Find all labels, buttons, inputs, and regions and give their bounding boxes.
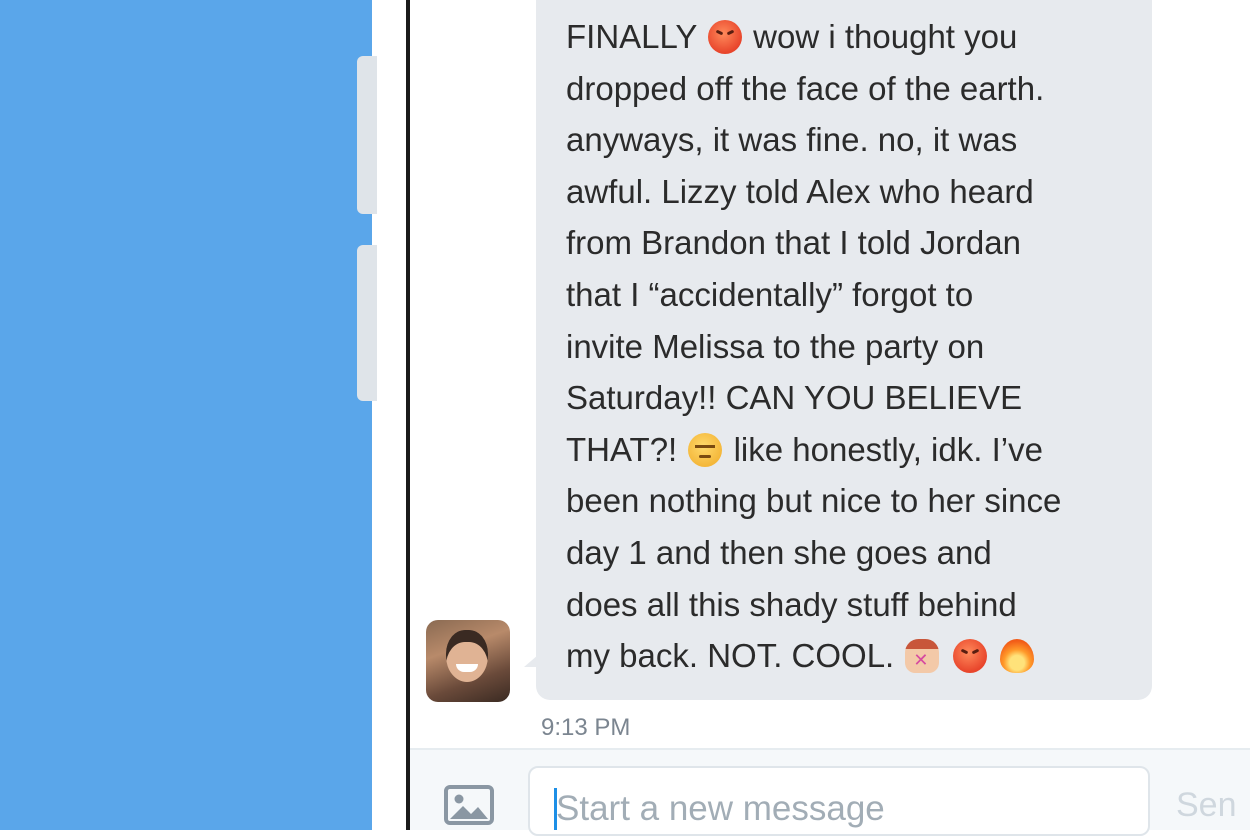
message-text-segment: THAT?! bbox=[566, 430, 687, 468]
message-line: that I “accidentally” forgot to bbox=[566, 269, 1152, 321]
message-line: day 1 and then she goes and bbox=[566, 527, 1152, 579]
message-timestamp: 9:13 PM bbox=[541, 714, 631, 741]
message-text-segment: wow i thought you bbox=[744, 18, 1018, 55]
left-blue-panel bbox=[0, 0, 372, 830]
message-input-placeholder: Start a new message bbox=[556, 789, 885, 828]
message-text-segment: does all this shady stuff behind bbox=[566, 585, 1017, 623]
message-text: FINALLY wow i thought you dropped off the… bbox=[566, 11, 1152, 682]
message-line: from Brandon that I told Jordan bbox=[566, 217, 1152, 269]
message-line: FINALLY wow i thought you bbox=[566, 11, 1152, 63]
conversation-view: FINALLY wow i thought you dropped off the… bbox=[410, 0, 1250, 836]
unamused-face-emoji bbox=[688, 432, 723, 467]
message-bubble-tail bbox=[524, 655, 538, 667]
panel-gutter bbox=[372, 0, 408, 830]
message-line: been nothing but nice to her since bbox=[566, 475, 1152, 527]
message-input[interactable]: Start a new message bbox=[528, 766, 1150, 836]
angry-face-emoji bbox=[708, 20, 743, 54]
message-text-segment: my back. NOT. COOL. bbox=[566, 637, 904, 675]
message-bubble: FINALLY wow i thought you dropped off the… bbox=[536, 0, 1152, 700]
angry-face-emoji bbox=[952, 639, 987, 674]
no-gesture-emoji bbox=[905, 639, 940, 674]
message-line: does all this shady stuff behind bbox=[566, 579, 1152, 631]
message-text-segment bbox=[989, 637, 998, 674]
image-icon[interactable] bbox=[444, 784, 494, 826]
message-line: anyways, it was fine. no, it was bbox=[566, 114, 1152, 166]
message-text-segment: dropped off the face of the earth. bbox=[566, 69, 1045, 107]
message-line: invite Melissa to the party on bbox=[566, 321, 1152, 373]
send-button[interactable]: Sen bbox=[1176, 786, 1237, 825]
fire-emoji bbox=[999, 639, 1034, 674]
message-text-segment: like honestly, idk. I’ve bbox=[724, 430, 1043, 468]
message-composer: Start a new message Sen bbox=[410, 750, 1250, 836]
message-text-segment: that I “accidentally” forgot to bbox=[566, 275, 974, 313]
message-line: Saturday!! CAN YOU BELIEVE bbox=[566, 372, 1152, 424]
message-line: THAT?! like honestly, idk. I’ve bbox=[566, 424, 1152, 476]
panel-tab-handle[interactable] bbox=[357, 56, 377, 214]
message-text-segment bbox=[941, 637, 950, 674]
message-text-segment: from Brandon that I told Jordan bbox=[566, 224, 1021, 262]
message-line: awful. Lizzy told Alex who heard bbox=[566, 166, 1152, 218]
avatar[interactable] bbox=[426, 620, 510, 702]
message-text-segment: anyways, it was fine. no, it was bbox=[566, 121, 1018, 159]
message-text-segment: FINALLY bbox=[566, 18, 707, 55]
message-text-segment: invite Melissa to the party on bbox=[566, 327, 985, 365]
message-text-segment: been nothing but nice to her since bbox=[566, 482, 1062, 520]
message-text-segment: awful. Lizzy told Alex who heard bbox=[566, 172, 1034, 210]
message-text-segment: Saturday!! CAN YOU BELIEVE bbox=[566, 379, 1023, 417]
panel-tab-handle[interactable] bbox=[357, 245, 377, 401]
message-line: my back. NOT. COOL. bbox=[566, 630, 1152, 682]
message-text-segment: day 1 and then she goes and bbox=[566, 533, 992, 571]
message-line: dropped off the face of the earth. bbox=[566, 63, 1152, 115]
